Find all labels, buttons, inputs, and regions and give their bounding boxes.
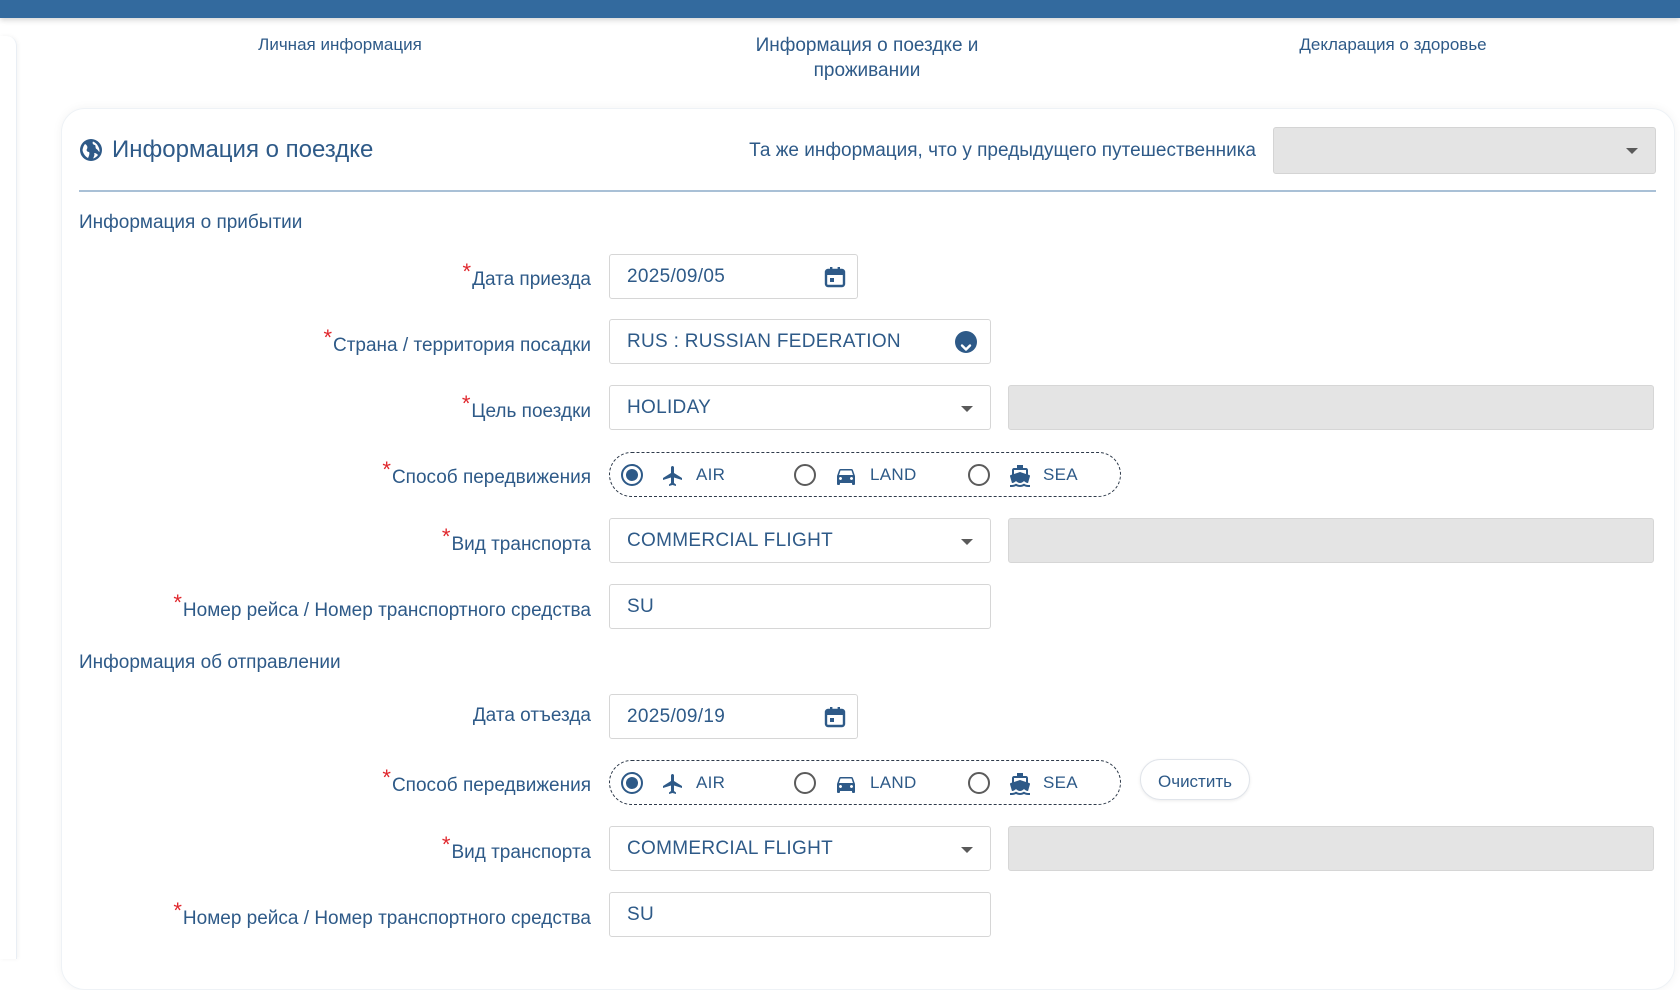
departure-transport-label-text: Вид транспорта [451, 842, 591, 863]
caret-down-icon [1626, 148, 1638, 154]
step-trip-info-label-line2: проживании [813, 60, 921, 81]
arrival-purpose-label-text: Цель поездки [471, 401, 591, 422]
arrival-date-label-text: Дата приезда [472, 269, 591, 290]
arrival-transport-label: *Вид транспорта [442, 524, 591, 556]
departure-transport-value: COMMERCIAL FLIGHT [627, 838, 834, 859]
chevron-down-circle-icon[interactable] [955, 331, 977, 353]
arrival-transport-other-input [1008, 518, 1654, 563]
departure-date-label: Дата отъезда [473, 705, 591, 727]
step-personal-info[interactable]: Личная информация [248, 32, 432, 57]
car-icon [837, 469, 855, 485]
required-mark: * [462, 259, 472, 284]
departure-flight-label-text: Номер рейса / Номер транспортного средст… [182, 908, 591, 929]
arrival-country-label-text: Страна / территория посадки [333, 335, 591, 356]
card-header: Информация о поездке [79, 136, 373, 164]
step-health-declaration[interactable]: Декларация о здоровье [1291, 32, 1495, 57]
airplane-icon [663, 774, 682, 794]
step-health-label: Декларация о здоровье [1299, 35, 1487, 54]
globe-icon [80, 139, 102, 161]
required-mark: * [173, 590, 182, 615]
departure-date-input[interactable]: 2025/09/19 [609, 694, 858, 739]
arrival-mode-sea-radio[interactable] [968, 464, 990, 486]
departure-flight-value: SU [627, 904, 654, 925]
step-trip-info[interactable]: Информация о поездке и проживании [745, 33, 989, 83]
departure-date-label-text: Дата отъезда [472, 705, 591, 726]
departure-mode-label: *Способ передвижения [382, 765, 591, 797]
arrival-mode-air-label: AIR [696, 465, 726, 484]
arrival-purpose-value: HOLIDAY [627, 397, 712, 418]
departure-mode-air-radio[interactable] [621, 772, 643, 794]
arrival-transport-label-text: Вид транспорта [451, 534, 591, 555]
arrival-mode-land-radio[interactable] [794, 464, 816, 486]
departure-transport-select[interactable]: COMMERCIAL FLIGHT [609, 826, 991, 871]
required-mark: * [382, 457, 391, 482]
arrival-country-label: *Страна / территория посадки [323, 325, 591, 357]
arrival-mode-air-radio[interactable] [621, 464, 643, 486]
required-mark: * [323, 325, 332, 350]
required-mark: * [441, 524, 451, 549]
arrival-flight-label-text: Номер рейса / Номер транспортного средст… [182, 600, 591, 621]
departure-mode-sea-label: SEA [1043, 773, 1078, 792]
card-title: Информация о поездке [112, 136, 374, 163]
car-icon [837, 777, 855, 793]
step-personal-info-label: Личная информация [258, 35, 422, 54]
arrival-flight-label: *Номер рейса / Номер транспортного средс… [173, 590, 591, 622]
arrival-purpose-select[interactable]: HOLIDAY [609, 385, 991, 430]
arrival-country-value: RUS : RUSSIAN FEDERATION [627, 331, 901, 352]
arrival-mode-label-text: Способ передвижения [391, 467, 591, 488]
top-header-bar [0, 0, 1680, 18]
departure-section-title: Информация об отправлении [79, 652, 341, 673]
same-as-previous-select[interactable] [1273, 127, 1656, 174]
arrival-date-value: 2025/09/05 [627, 266, 726, 287]
ship-icon [1009, 773, 1030, 795]
departure-mode-land-label: LAND [870, 773, 917, 792]
arrival-mode-sea-label: SEA [1043, 465, 1078, 484]
calendar-icon[interactable] [823, 265, 847, 289]
arrival-purpose-other-input [1008, 385, 1654, 430]
departure-transport-other-input [1008, 826, 1654, 871]
required-mark: * [441, 832, 451, 857]
departure-mode-label-text: Способ передвижения [391, 775, 591, 796]
required-mark: * [382, 765, 391, 790]
arrival-flight-input[interactable]: SU [609, 584, 991, 629]
departure-mode-sea-radio[interactable] [968, 772, 990, 794]
same-as-previous-label: Та же информация, что у предыдущего путе… [749, 140, 1256, 161]
arrival-section-title: Информация о прибытии [79, 212, 303, 233]
departure-date-value: 2025/09/19 [627, 706, 726, 727]
caret-down-icon [961, 539, 973, 545]
header-divider [79, 190, 1656, 192]
arrival-mode-label: *Способ передвижения [382, 457, 591, 489]
step-trip-info-label-line1: Информация о поездке и [755, 35, 979, 56]
arrival-transport-value: COMMERCIAL FLIGHT [627, 530, 834, 551]
arrival-purpose-label: *Цель поездки [462, 391, 591, 423]
arrival-country-select[interactable]: RUS : RUSSIAN FEDERATION [609, 319, 991, 364]
arrival-date-input[interactable]: 2025/09/05 [609, 254, 858, 299]
caret-down-icon [961, 847, 973, 853]
departure-mode-radio-group: AIR LAND SEA [609, 760, 1121, 805]
left-panel-edge [0, 36, 17, 959]
departure-mode-land-radio[interactable] [794, 772, 816, 794]
calendar-icon[interactable] [823, 705, 847, 729]
caret-down-icon [961, 406, 973, 412]
arrival-mode-radio-group: AIR LAND SEA [609, 452, 1121, 497]
departure-transport-label: *Вид транспорта [442, 832, 591, 864]
arrival-transport-select[interactable]: COMMERCIAL FLIGHT [609, 518, 991, 563]
ship-icon [1009, 465, 1030, 487]
departure-flight-input[interactable]: SU [609, 892, 991, 937]
arrival-mode-land-label: LAND [870, 465, 917, 484]
airplane-icon [663, 466, 682, 486]
departure-flight-label: *Номер рейса / Номер транспортного средс… [173, 898, 591, 930]
required-mark: * [461, 391, 471, 416]
arrival-flight-value: SU [627, 596, 654, 617]
arrival-date-label: *Дата приезда [463, 259, 591, 291]
required-mark: * [173, 898, 182, 923]
clear-button[interactable]: Очистить [1140, 759, 1250, 800]
departure-mode-air-label: AIR [696, 773, 726, 792]
